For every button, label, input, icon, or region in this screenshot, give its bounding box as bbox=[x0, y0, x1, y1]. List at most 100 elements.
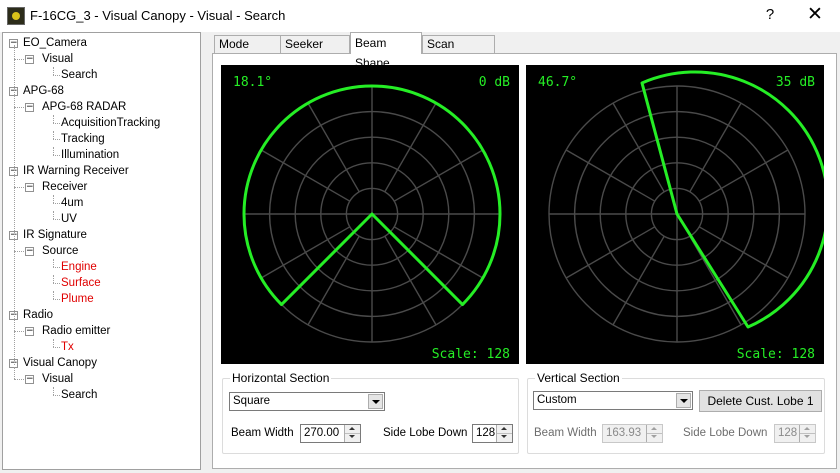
tree-node-tx[interactable]: Tx bbox=[61, 339, 74, 355]
tree-node-engine[interactable]: Engine bbox=[61, 259, 97, 275]
tree-connector bbox=[53, 395, 60, 396]
help-button[interactable]: ? bbox=[758, 6, 782, 23]
grid-spoke bbox=[260, 149, 351, 202]
spinner bbox=[344, 425, 360, 442]
splitter[interactable] bbox=[201, 32, 210, 473]
grid-spoke bbox=[393, 226, 484, 279]
tree-node-apg-68-radar[interactable]: APG-68 RADAR bbox=[42, 99, 126, 115]
vertical-side-lobe-value: 128 bbox=[778, 427, 798, 439]
tree-connector bbox=[53, 387, 54, 395]
tree-node-ir-warning-receiver[interactable]: IR Warning Receiver bbox=[23, 163, 129, 179]
horizontal-shape-value: Square bbox=[233, 395, 271, 407]
tree-node-eo-camera[interactable]: EO_Camera bbox=[23, 35, 87, 51]
horizontal-beam-plot: 18.1° 0 dB Scale: 128 bbox=[221, 65, 519, 364]
grid-spoke bbox=[393, 149, 484, 202]
tree-connector bbox=[53, 347, 60, 348]
beam-shape-panel: 18.1° 0 dB Scale: 128 46.7° 35 dB Scale: 128… bbox=[212, 53, 837, 469]
horizontal-beam-width-input[interactable]: 270.00 bbox=[300, 424, 361, 443]
tree-connector bbox=[53, 291, 54, 299]
collapse-icon[interactable]: − bbox=[25, 183, 34, 192]
grid-spoke bbox=[307, 235, 360, 326]
tree-node-search[interactable]: Search bbox=[61, 67, 97, 83]
tree-node-radio[interactable]: Radio bbox=[23, 307, 53, 323]
vertical-shape-value: Custom bbox=[537, 394, 577, 406]
tree-connector bbox=[53, 267, 60, 268]
scale-readout: Scale: 128 bbox=[432, 347, 510, 362]
chevron-down-icon[interactable] bbox=[368, 394, 383, 409]
tree-connector bbox=[53, 283, 60, 284]
tree-view[interactable]: EO_Camera − Visual − Search APG-68− APG-68 RAD… bbox=[2, 32, 201, 470]
collapse-icon[interactable]: − bbox=[25, 55, 34, 64]
chevron-down-icon[interactable] bbox=[676, 393, 691, 408]
tree-node-visual-canopy[interactable]: Visual Canopy bbox=[23, 355, 97, 371]
tree-connector bbox=[14, 251, 24, 252]
tree-node-source[interactable]: Source bbox=[42, 243, 78, 259]
vertical-side-lobe-label: Side Lobe Down bbox=[683, 427, 768, 439]
tab-scan-pattern[interactable]: Scan Pattern bbox=[422, 35, 495, 68]
collapse-icon[interactable]: − bbox=[25, 327, 34, 336]
tree-connector bbox=[53, 155, 60, 156]
delete-custom-lobe-button[interactable]: Delete Cust. Lobe 1 bbox=[699, 390, 822, 412]
scale-readout: Scale: 128 bbox=[737, 347, 815, 362]
horizontal-beam-width-label: Beam Width bbox=[231, 427, 294, 439]
tree-connector bbox=[14, 331, 24, 332]
grid-spoke bbox=[565, 226, 656, 279]
tree-node-uv[interactable]: UV bbox=[61, 211, 77, 227]
horizontal-section-group: Horizontal Section Square Beam Width 270… bbox=[222, 371, 519, 454]
spinner bbox=[799, 425, 815, 442]
tree-connector bbox=[14, 59, 24, 60]
angle-readout: 46.7° bbox=[538, 75, 577, 90]
vertical-beam-width-input[interactable]: 163.93 bbox=[602, 424, 663, 443]
spin-down-icon[interactable] bbox=[800, 433, 815, 441]
tree-connector bbox=[53, 115, 54, 123]
collapse-icon[interactable]: − bbox=[25, 103, 34, 112]
tree-node-surface[interactable]: Surface bbox=[61, 275, 101, 291]
collapse-icon[interactable]: − bbox=[25, 247, 34, 256]
tree-node-receiver[interactable]: Receiver bbox=[42, 179, 87, 195]
tree-node-acquisitiontracking[interactable]: AcquisitionTracking bbox=[61, 115, 160, 131]
tree-node-ir-signature[interactable]: IR Signature bbox=[23, 227, 87, 243]
tab-seeker-data[interactable]: Seeker Data bbox=[280, 35, 350, 68]
vertical-side-lobe-input[interactable]: 128 bbox=[774, 424, 816, 443]
horizontal-shape-select[interactable]: Square bbox=[229, 392, 385, 411]
vertical-shape-select[interactable]: Custom bbox=[533, 391, 693, 410]
angle-readout: 18.1° bbox=[233, 75, 272, 90]
tree-node-search[interactable]: Search bbox=[61, 387, 97, 403]
tree-node-4um[interactable]: 4um bbox=[61, 195, 83, 211]
tree-node-radio-emitter[interactable]: Radio emitter bbox=[42, 323, 110, 339]
grid-spoke bbox=[689, 235, 742, 326]
grid-spoke bbox=[612, 235, 665, 326]
tree-connector bbox=[53, 147, 54, 155]
db-readout: 35 dB bbox=[776, 75, 815, 90]
tree-connector bbox=[53, 131, 54, 139]
tree-node-plume[interactable]: Plume bbox=[61, 291, 94, 307]
spin-down-icon[interactable] bbox=[497, 433, 512, 441]
tree-node-visual[interactable]: Visual bbox=[42, 371, 73, 387]
tree-connector bbox=[53, 203, 60, 204]
tree-connector bbox=[14, 187, 24, 188]
grid-spoke bbox=[698, 149, 789, 202]
vertical-beam-plot: 46.7° 35 dB Scale: 128 bbox=[526, 65, 824, 364]
tree-connector bbox=[53, 275, 54, 283]
tree-connector bbox=[14, 45, 15, 365]
spin-down-icon[interactable] bbox=[647, 433, 662, 441]
tree-connector bbox=[53, 299, 60, 300]
tree-connector bbox=[53, 123, 60, 124]
tree-node-tracking[interactable]: Tracking bbox=[61, 131, 105, 147]
tree-node-apg-68[interactable]: APG-68 bbox=[23, 83, 64, 99]
spinner bbox=[496, 425, 512, 442]
horizontal-side-lobe-input[interactable]: 128 bbox=[472, 424, 513, 443]
spinner bbox=[646, 425, 662, 442]
tree-connector bbox=[53, 219, 60, 220]
close-button[interactable]: ✕ bbox=[800, 3, 830, 26]
tree-connector bbox=[53, 139, 60, 140]
vertical-beam-width-value: 163.93 bbox=[606, 427, 642, 439]
tree-connector bbox=[53, 67, 54, 75]
tab-mode-data[interactable]: Mode Data bbox=[214, 35, 281, 68]
title-bar: F-16CG_3 - Visual Canopy - Visual - Sear… bbox=[0, 0, 840, 32]
collapse-icon[interactable]: − bbox=[25, 375, 34, 384]
tree-node-illumination[interactable]: Illumination bbox=[61, 147, 119, 163]
spin-down-icon[interactable] bbox=[345, 433, 360, 441]
tree-node-visual[interactable]: Visual bbox=[42, 51, 73, 67]
tab-beam-shape[interactable]: Beam Shape bbox=[350, 32, 422, 70]
